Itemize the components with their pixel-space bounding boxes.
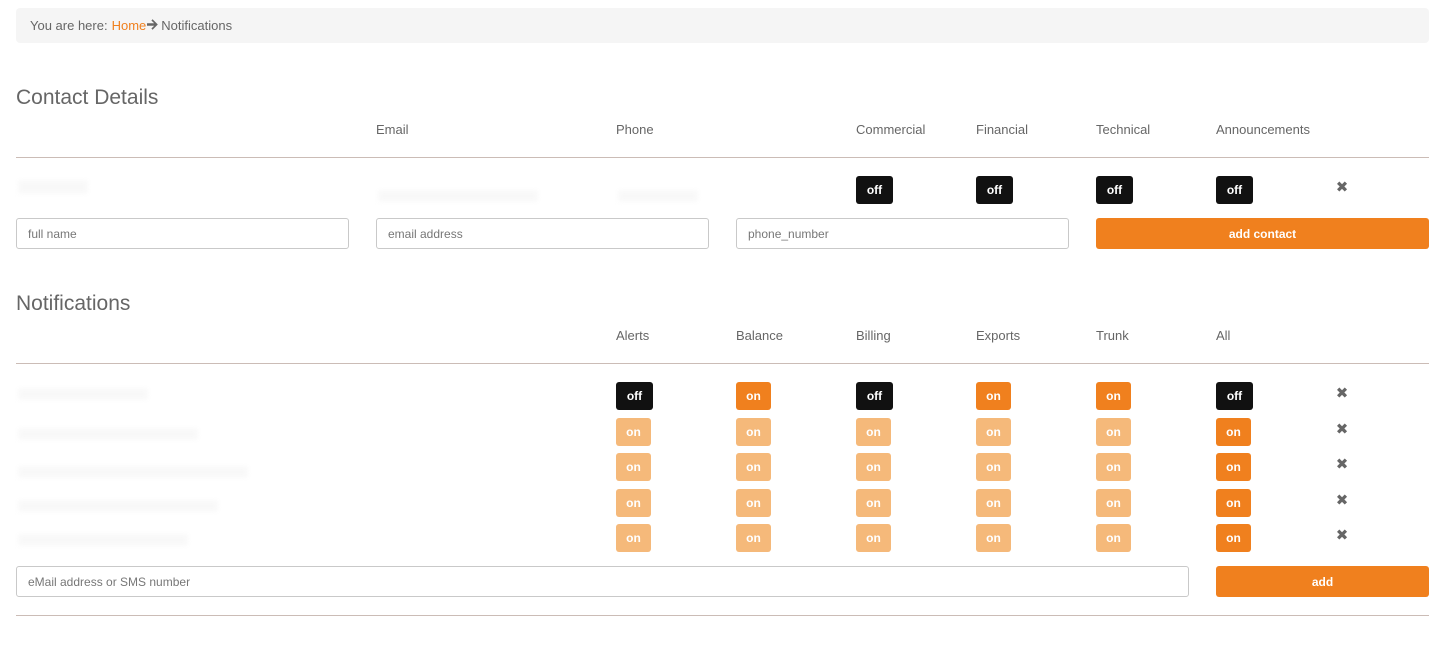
contact-commercial-toggle[interactable]: off xyxy=(856,176,893,204)
contact-col-financial: Financial xyxy=(976,122,1029,137)
notif-exports-toggle[interactable]: on xyxy=(976,453,1011,481)
bottom-divider xyxy=(16,615,1429,616)
notifications-title: Notifications xyxy=(16,292,131,315)
close-icon[interactable]: ✖ xyxy=(1336,386,1349,401)
notif-trunk-toggle[interactable]: on xyxy=(1096,382,1131,410)
contact-col-commercial: Commercial xyxy=(856,122,926,137)
blurred-contact-phone xyxy=(618,190,698,202)
breadcrumb-home-link[interactable]: Home xyxy=(112,18,147,33)
notif-exports-toggle[interactable]: on xyxy=(976,489,1011,517)
notif-all-toggle[interactable]: off xyxy=(1216,382,1253,410)
notif-billing-toggle[interactable]: on xyxy=(856,453,891,481)
notif-balance-toggle[interactable]: on xyxy=(736,382,771,410)
add-contact-button[interactable]: add contact xyxy=(1096,218,1429,249)
notif-all-toggle[interactable]: on xyxy=(1216,489,1251,517)
arrow-right-icon xyxy=(147,18,159,33)
notif-all-toggle[interactable]: on xyxy=(1216,418,1251,446)
blurred-recipient xyxy=(18,388,148,400)
notif-alerts-toggle[interactable]: on xyxy=(616,489,651,517)
blurred-recipient xyxy=(18,500,218,512)
blurred-recipient xyxy=(18,534,188,546)
close-icon[interactable]: ✖ xyxy=(1336,493,1349,508)
notif-trunk-toggle[interactable]: on xyxy=(1096,524,1131,552)
add-notification-button[interactable]: add xyxy=(1216,566,1429,597)
email-or-sms-input[interactable] xyxy=(16,566,1189,597)
notif-billing-toggle[interactable]: on xyxy=(856,489,891,517)
notif-all-toggle[interactable]: on xyxy=(1216,524,1251,552)
contact-announcements-toggle[interactable]: off xyxy=(1216,176,1253,204)
contact-col-technical: Technical xyxy=(1096,122,1151,137)
contact-divider xyxy=(16,157,1429,158)
notif-col-billing: Billing xyxy=(856,328,891,343)
notif-alerts-toggle[interactable]: off xyxy=(616,382,653,410)
blurred-recipient xyxy=(18,466,248,478)
notif-balance-toggle[interactable]: on xyxy=(736,453,771,481)
notif-all-toggle[interactable]: on xyxy=(1216,453,1251,481)
contact-details-title: Contact Details xyxy=(16,86,159,109)
notif-col-balance: Balance xyxy=(736,328,783,343)
close-icon[interactable]: ✖ xyxy=(1336,422,1349,437)
full-name-input[interactable] xyxy=(16,218,349,249)
notif-alerts-toggle[interactable]: on xyxy=(616,524,651,552)
notif-trunk-toggle[interactable]: on xyxy=(1096,489,1131,517)
breadcrumb-current: Notifications xyxy=(161,18,233,33)
notif-exports-toggle[interactable]: on xyxy=(976,382,1011,410)
blurred-contact-email xyxy=(378,190,538,202)
blurred-contact-name xyxy=(18,180,88,194)
notif-alerts-toggle[interactable]: on xyxy=(616,418,651,446)
email-address-input[interactable] xyxy=(376,218,709,249)
notif-balance-toggle[interactable]: on xyxy=(736,418,771,446)
phone-number-input[interactable] xyxy=(736,218,1069,249)
notif-col-alerts: Alerts xyxy=(616,328,650,343)
notif-trunk-toggle[interactable]: on xyxy=(1096,453,1131,481)
breadcrumb: You are here: Home Notifications xyxy=(16,8,1429,43)
notif-exports-toggle[interactable]: on xyxy=(976,418,1011,446)
notif-billing-toggle[interactable]: off xyxy=(856,382,893,410)
contact-col-email: Email xyxy=(376,122,409,137)
notif-balance-toggle[interactable]: on xyxy=(736,489,771,517)
contact-col-phone: Phone xyxy=(616,122,654,137)
notif-col-all: All xyxy=(1216,328,1231,343)
notif-alerts-toggle[interactable]: on xyxy=(616,453,651,481)
contact-financial-toggle[interactable]: off xyxy=(976,176,1013,204)
contact-col-announcements: Announcements xyxy=(1216,122,1310,137)
notif-billing-toggle[interactable]: on xyxy=(856,524,891,552)
notif-balance-toggle[interactable]: on xyxy=(736,524,771,552)
contact-technical-toggle[interactable]: off xyxy=(1096,176,1133,204)
close-icon[interactable]: ✖ xyxy=(1336,528,1349,543)
close-icon[interactable]: ✖ xyxy=(1336,180,1349,195)
close-icon[interactable]: ✖ xyxy=(1336,457,1349,472)
breadcrumb-prefix: You are here: xyxy=(30,18,108,33)
notif-billing-toggle[interactable]: on xyxy=(856,418,891,446)
notif-exports-toggle[interactable]: on xyxy=(976,524,1011,552)
notif-col-trunk: Trunk xyxy=(1096,328,1129,343)
notif-trunk-toggle[interactable]: on xyxy=(1096,418,1131,446)
notifications-divider xyxy=(16,363,1429,364)
notif-col-exports: Exports xyxy=(976,328,1021,343)
blurred-recipient xyxy=(18,428,198,440)
